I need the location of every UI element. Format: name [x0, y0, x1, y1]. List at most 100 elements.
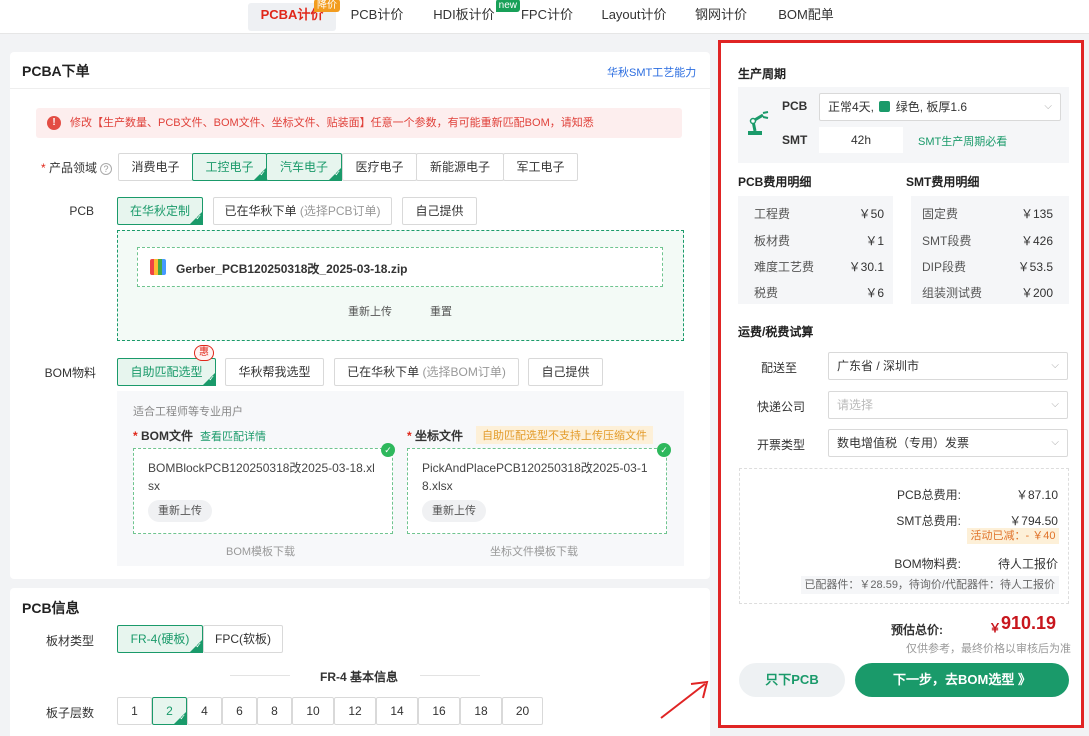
pcb-self-provide-option[interactable]: 自己提供: [402, 197, 477, 225]
bom-uploaded-check-icon: ✓: [381, 443, 395, 457]
bom-reupload-button[interactable]: 重新上传: [148, 500, 212, 522]
layer-option[interactable]: 18: [460, 697, 502, 725]
green-swatch-icon: [879, 101, 891, 112]
shipping-title: 运费/税费试算: [738, 325, 814, 339]
divider: [230, 675, 290, 676]
pcb-cost-value: ￥1: [865, 234, 884, 248]
cycle-pcb-label: PCB: [782, 99, 808, 113]
bom-file-label: * BOM文件: [133, 429, 194, 443]
domain-industrial[interactable]: 工控电子: [192, 153, 267, 181]
layer-option[interactable]: 12: [334, 697, 376, 725]
pcb-cost-name: 难度工艺费: [754, 260, 815, 274]
layer-option[interactable]: 1: [117, 697, 152, 725]
bom-self-provide-option[interactable]: 自己提供: [528, 358, 603, 386]
coord-template-link[interactable]: 坐标文件模板下载: [490, 543, 578, 559]
bom-fee-label: BOM物料费:: [894, 557, 961, 571]
smt-cost-value: ￥53.5: [1017, 260, 1053, 274]
smt-cost-title: SMT费用明细: [906, 175, 980, 189]
pcb-thickness-value: 板厚1.6: [926, 100, 968, 114]
domain-label: * 产品领域?: [30, 159, 112, 176]
smt-cost-value: ￥426: [1020, 234, 1053, 248]
layer-option[interactable]: 4: [187, 697, 222, 725]
tab-layout[interactable]: Layout计价: [596, 3, 672, 31]
courier-select[interactable]: 请选择 ⌵: [828, 391, 1068, 419]
domain-consumer[interactable]: 消费电子: [118, 153, 193, 181]
pcb-cycle-value: 正常4天,: [828, 100, 875, 114]
smt-cycle-link[interactable]: SMT生产周期必看: [918, 133, 1007, 149]
estimated-total-label: 预估总价:: [891, 623, 943, 637]
coord-reupload-button[interactable]: 重新上传: [422, 500, 486, 522]
tab-pcba[interactable]: PCBA计价 降价: [248, 0, 340, 31]
invoice-label: 开票类型: [757, 438, 806, 452]
pcb-custom-option[interactable]: 在华秋定制: [117, 197, 203, 225]
layer-option[interactable]: 14: [376, 697, 418, 725]
domain-automotive[interactable]: 汽车电子: [266, 153, 342, 181]
pcb-reset-button[interactable]: 重置: [430, 303, 452, 319]
alert-banner: ! 修改【生产数量、PCB文件、BOM文件、坐标文件、贴装面】任意一个参数，有可…: [36, 108, 682, 138]
smt-cost-name: 固定费: [922, 207, 959, 221]
material-fr4-option[interactable]: FR-4(硬板): [117, 625, 203, 653]
bom-help-select-option[interactable]: 华秋帮我选型: [225, 358, 324, 386]
domain-medical[interactable]: 医疗电子: [342, 153, 417, 181]
check-icon: [173, 711, 187, 725]
coord-file-name: PickAndPlacePCB120250318改2025-03-18.xlsx: [422, 461, 648, 493]
robot-arm-icon: [748, 111, 769, 135]
chevron-down-icon: ⌵: [1051, 360, 1059, 371]
zip-file-icon: [150, 259, 166, 275]
smt-capability-link[interactable]: 华秋SMT工艺能力: [607, 64, 696, 80]
pcb-cost-value: ￥6: [865, 286, 884, 300]
bom-self-match-option[interactable]: 自助匹配选型: [117, 358, 216, 386]
tab-hdi[interactable]: HDI板计价 new: [426, 0, 520, 31]
check-icon: [328, 167, 342, 181]
material-fpc-option[interactable]: FPC(软板): [203, 625, 283, 653]
coord-uploaded-check-icon: ✓: [657, 443, 671, 457]
pcb-reupload-button[interactable]: 重新上传: [348, 303, 392, 319]
tab-pcb[interactable]: PCB计价: [344, 3, 410, 31]
divider: [420, 675, 480, 676]
pcb-only-button[interactable]: 只下PCB: [739, 663, 845, 697]
pcb-cycle-select[interactable]: 正常4天, 绿色, 板厚1.6 ⌵: [819, 93, 1061, 121]
estimated-total-value: 910.19: [1001, 613, 1057, 633]
smt-cost-name: 组装测试费: [922, 286, 983, 300]
layer-option[interactable]: 6: [222, 697, 257, 725]
fr4-basic-info-title: FR-4 基本信息: [320, 670, 399, 684]
smt-cycle-value: 42h: [819, 127, 903, 153]
chevron-down-icon: ⌵: [1051, 437, 1059, 448]
domain-military[interactable]: 军工电子: [503, 153, 578, 181]
cycle-smt-label: SMT: [782, 133, 808, 147]
pcb-existing-order-option[interactable]: 已在华秋下单 (选择PCB订单): [213, 197, 392, 225]
price-summary-panel: 生产周期 PCB 正常4天, 绿色, 板厚1.6 ⌵ SMT 42h SMT生产…: [718, 40, 1084, 728]
engineer-tip: 适合工程师等专业用户: [133, 406, 243, 418]
bom-view-match-link[interactable]: 查看匹配详情: [200, 428, 266, 444]
discount-badge: 惠: [194, 345, 214, 361]
pcb-color-value: 绿色: [895, 100, 920, 114]
layer-option[interactable]: 2: [152, 697, 187, 725]
layer-option[interactable]: 10: [292, 697, 334, 725]
tab-fpc[interactable]: FPC计价: [516, 3, 578, 31]
tab-bom[interactable]: BOM配单: [770, 3, 842, 31]
layer-option[interactable]: 8: [257, 697, 292, 725]
help-icon[interactable]: ?: [100, 162, 112, 175]
courier-label: 快递公司: [757, 400, 806, 414]
pcb-cost-name: 税费: [754, 286, 779, 300]
alert-text: 修改【生产数量、PCB文件、BOM文件、坐标文件、贴装面】任意一个参数，有可能重…: [70, 117, 594, 129]
ship-to-select[interactable]: 广东省 / 深圳市 ⌵: [828, 352, 1068, 380]
layer-option[interactable]: 16: [418, 697, 460, 725]
next-bom-select-button[interactable]: 下一步，去BOM选型 》: [855, 663, 1069, 697]
domain-new-energy[interactable]: 新能源电子: [416, 153, 504, 181]
estimated-currency: ￥: [989, 621, 1002, 635]
courier-placeholder: 请选择: [837, 398, 874, 412]
layer-option[interactable]: 20: [502, 697, 543, 725]
tab-stencil[interactable]: 钢网计价: [690, 3, 752, 31]
check-icon: [202, 372, 216, 386]
invoice-select[interactable]: 数电增值税（专用）发票 ⌵: [828, 429, 1068, 457]
bom-template-link[interactable]: BOM模板下载: [226, 543, 295, 559]
bom-existing-order-option[interactable]: 已在华秋下单 (选择BOM订单): [334, 358, 519, 386]
cycle-title: 生产周期: [738, 67, 787, 81]
smt-cost-name: DIP段费: [922, 260, 967, 274]
pcb-total-label: PCB总费用:: [896, 488, 961, 502]
price-drop-badge: 降价: [314, 0, 340, 12]
smt-total-label: SMT总费用:: [896, 514, 961, 528]
check-icon: [189, 639, 203, 653]
top-nav: PCBA计价 降价 PCB计价 HDI板计价 new FPC计价 Layout计…: [0, 0, 1089, 34]
